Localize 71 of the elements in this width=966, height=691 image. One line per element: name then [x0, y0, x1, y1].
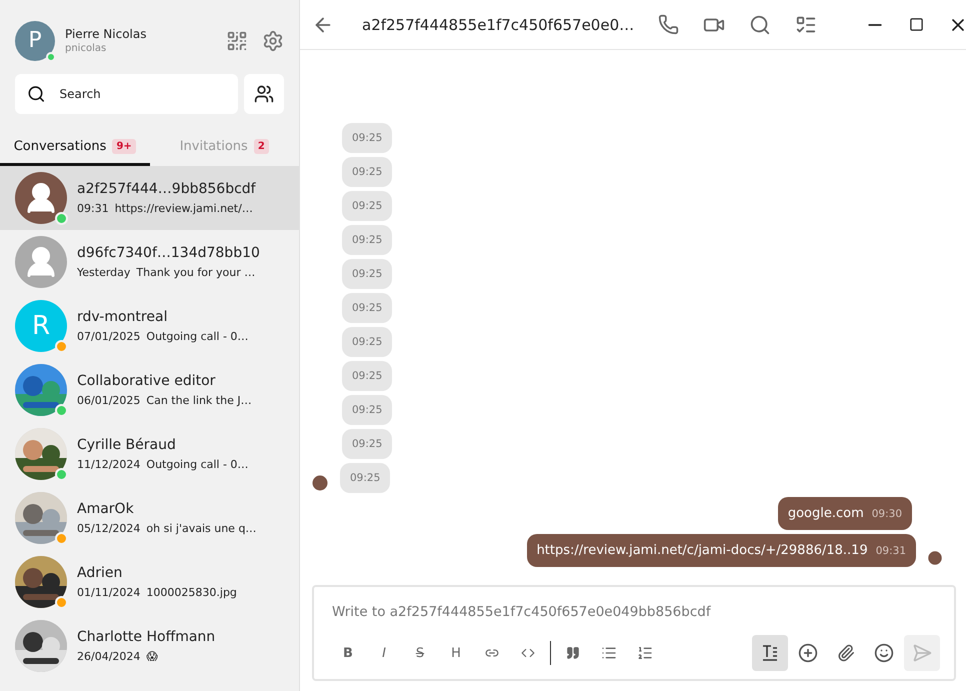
- maximize-icon[interactable]: [909, 17, 924, 32]
- message-time: 09:25: [352, 336, 382, 348]
- tab-label: Conversations: [14, 139, 106, 154]
- format-button[interactable]: I: [366, 637, 402, 669]
- conversation-time: 11/12/2024: [77, 458, 140, 471]
- avatar-initial: R: [32, 311, 50, 341]
- conversation-time: 05/12/2024: [77, 522, 140, 535]
- message-preview: Thank you for your …: [136, 266, 256, 279]
- conversation-time: 09:31: [77, 202, 109, 215]
- conversation-item[interactable]: Charlotte Hoffmann 26/04/2024 😱: [0, 614, 299, 678]
- message-time: 09:25: [350, 472, 380, 484]
- message-time: 09:25: [352, 166, 382, 178]
- message-time: 09:30: [872, 508, 902, 520]
- conversation-title: AmarOk: [77, 501, 135, 517]
- conversation-item[interactable]: Cyrille Béraud 11/12/2024 Outgoing call - 0…: [0, 422, 299, 486]
- tab-label: Invitations: [180, 139, 248, 154]
- message-time: 09:25: [352, 438, 382, 450]
- conversation-title: a2f257f444…9bb856bcdf: [77, 181, 256, 197]
- conversation-item[interactable]: R rdv-montreal 07/01/2025 Outgoing call - 0…: [0, 294, 299, 358]
- conversation-title: d96fc7340f…134d78bb10: [77, 245, 260, 261]
- message-preview: Outgoing call - 0…: [146, 458, 248, 471]
- message-time: 09:25: [352, 234, 382, 246]
- conversation-title: Cyrille Béraud: [77, 437, 177, 453]
- settings-icon[interactable]: [262, 30, 284, 52]
- count-badge: 2: [254, 139, 269, 154]
- format-button[interactable]: S: [402, 637, 438, 669]
- message-preview: 😱: [146, 650, 158, 663]
- conversation-item[interactable]: AmarOk 05/12/2024 oh si j'avais une q…: [0, 486, 299, 550]
- qr-code-icon[interactable]: [226, 30, 248, 52]
- conversation-title: a2f257f444855e1f7c450f657e0e0…: [362, 16, 634, 34]
- message-time: 09:25: [352, 268, 382, 280]
- conversation-time: 07/01/2025: [77, 330, 140, 343]
- message-preview: Outgoing call - 0…: [146, 330, 248, 343]
- format-button[interactable]: H: [438, 637, 474, 669]
- search-bar[interactable]: Search: [15, 74, 238, 114]
- conversation-title: rdv-montreal: [77, 309, 168, 325]
- message-time: 09:25: [352, 200, 382, 212]
- message-preview: 1000025830.jpg: [146, 586, 237, 599]
- tab[interactable]: Invitations 2: [150, 130, 299, 166]
- conversation-title: Charlotte Hoffmann: [77, 629, 216, 645]
- conversation-item[interactable]: Collaborative editor 06/01/2025 Can the link the J…: [0, 358, 299, 422]
- search-icon[interactable]: [749, 14, 772, 36]
- conversation-item[interactable]: Adrien 01/11/2024 1000025830.jpg: [0, 550, 299, 614]
- message-preview: Can the link the J…: [146, 394, 252, 407]
- text-format-icon[interactable]: [752, 635, 788, 671]
- account-avatar[interactable]: P: [15, 20, 55, 60]
- conversation-title: Adrien: [77, 565, 124, 581]
- message-time: 09:25: [352, 132, 382, 144]
- format-button[interactable]: B: [330, 637, 366, 669]
- message-time: 09:25: [352, 370, 382, 382]
- group-icon[interactable]: [254, 84, 274, 104]
- conversation-time: Yesterday: [77, 266, 130, 279]
- conversation-time: 26/04/2024: [77, 650, 140, 663]
- message-time: 09:25: [352, 404, 382, 416]
- search-field[interactable]: Search: [58, 86, 226, 102]
- message-preview: oh si j'avais une q…: [146, 522, 256, 535]
- message-time: 09:25: [352, 302, 382, 314]
- conversation-title: Collaborative editor: [77, 373, 216, 389]
- conversation-time: 06/01/2025: [77, 394, 140, 407]
- count-badge: 9+: [112, 139, 136, 154]
- conversation-time: 01/11/2024: [77, 586, 140, 599]
- message-text: google.com: [788, 506, 864, 521]
- avatar-initial: P: [28, 28, 42, 53]
- account-name: Pierre Nicolas: [65, 27, 148, 41]
- phone-icon[interactable]: [658, 14, 680, 35]
- conversation-item[interactable]: a2f257f444…9bb856bcdf 09:31 https://review.jami.net/…: [0, 166, 299, 230]
- conversation-item[interactable]: d96fc7340f…134d78bb10 Yesterday Thank you for your …: [0, 230, 299, 294]
- message-preview: https://review.jami.net/…: [114, 202, 253, 215]
- message-text: https://review.jami.net/c/jami-docs/+/29886/18..19: [536, 543, 868, 558]
- message-time: 09:31: [876, 545, 906, 557]
- account-username: pnicolas: [65, 43, 108, 54]
